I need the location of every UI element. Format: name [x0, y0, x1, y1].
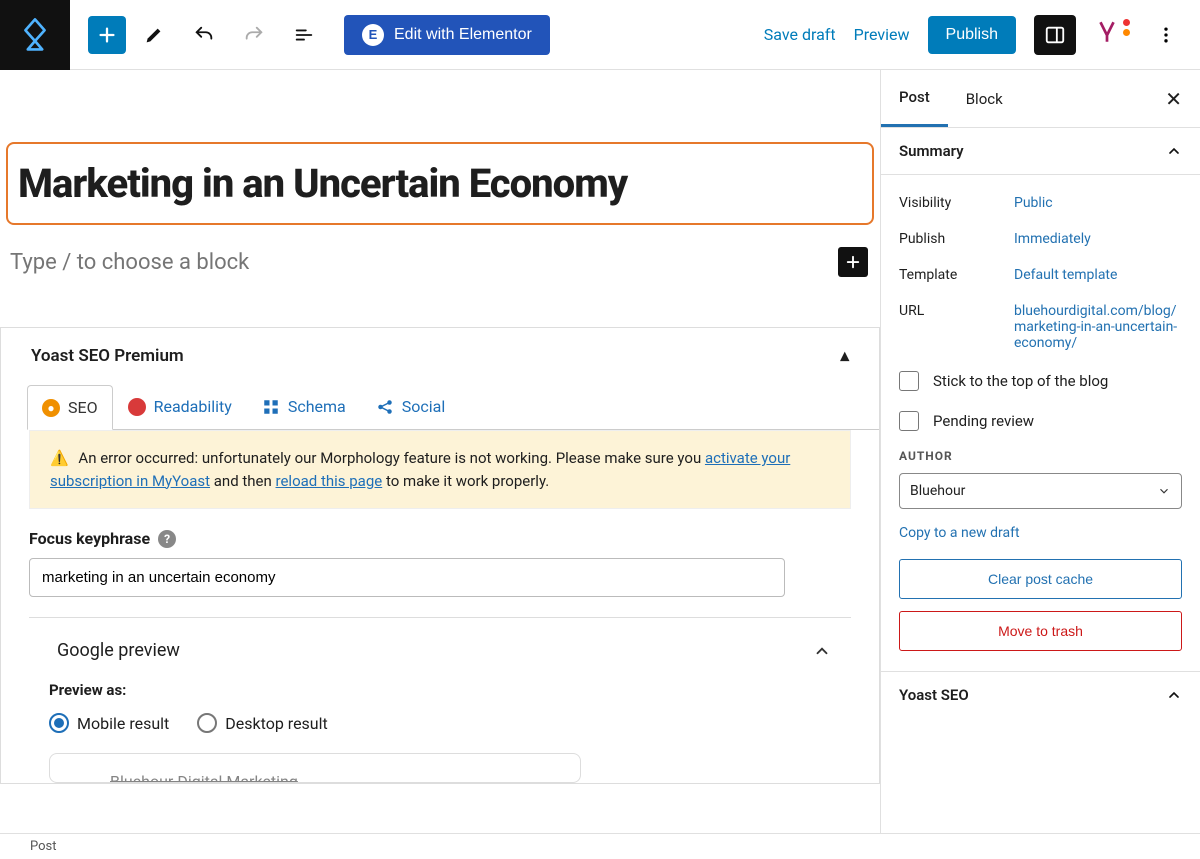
top-toolbar: E Edit with Elementor Save draft Preview… [0, 0, 1200, 70]
summary-label: Summary [899, 142, 964, 160]
chevron-up-icon [1166, 687, 1182, 703]
toolbar-left: E Edit with Elementor [70, 13, 550, 57]
preview-site-name: Bluehour Digital Marketing [110, 772, 298, 783]
publish-row[interactable]: PublishImmediately [899, 221, 1182, 257]
checkbox-icon [899, 411, 919, 431]
social-icon [376, 398, 394, 416]
tab-seo[interactable]: ● SEO [27, 385, 113, 430]
reload-page-link[interactable]: reload this page [276, 472, 383, 490]
visibility-row[interactable]: VisibilityPublic [899, 185, 1182, 221]
pending-review-checkbox[interactable]: Pending review [899, 401, 1182, 441]
clear-post-cache-button[interactable]: Clear post cache [899, 559, 1182, 599]
site-logo[interactable] [0, 0, 70, 70]
editor-column: Marketing in an Uncertain Economy Type /… [0, 70, 880, 833]
settings-panel-toggle[interactable] [1034, 15, 1076, 55]
sidebar-tab-post[interactable]: Post [881, 70, 948, 127]
template-row[interactable]: TemplateDefault template [899, 257, 1182, 293]
schema-icon [262, 398, 280, 416]
chevron-down-icon [1157, 484, 1171, 498]
desktop-result-radio[interactable]: Desktop result [197, 713, 327, 733]
google-preview-card: Bluehour Digital Marketing [49, 753, 581, 783]
author-value: Bluehour [910, 483, 965, 499]
google-preview-label: Google preview [57, 640, 180, 661]
yoast-icon[interactable] [1094, 19, 1126, 51]
google-preview-toggle[interactable]: Google preview [49, 636, 831, 681]
edit-icon[interactable] [132, 13, 176, 57]
edit-with-elementor-button[interactable]: E Edit with Elementor [344, 15, 550, 55]
summary-section-header[interactable]: Summary [881, 128, 1200, 175]
summary-section-body: VisibilityPublic PublishImmediately Temp… [881, 175, 1200, 672]
post-title-input[interactable]: Marketing in an Uncertain Economy [6, 142, 874, 225]
author-select[interactable]: Bluehour [899, 473, 1182, 509]
alert-text-mid: and then [210, 472, 275, 490]
tab-schema-label: Schema [288, 397, 346, 416]
yoast-panel-title: Yoast SEO Premium [31, 346, 184, 366]
sidebar-close-button[interactable]: ✕ [1147, 87, 1200, 111]
tab-seo-label: SEO [68, 398, 98, 417]
sidebar-tab-block[interactable]: Block [948, 72, 1021, 126]
preview-radio-group: Mobile result Desktop result [49, 713, 831, 733]
toolbar-right: Save draft Preview Publish [764, 13, 1188, 57]
yoast-panel-header[interactable]: Yoast SEO Premium ▴ [1, 328, 879, 384]
tab-readability-label: Readability [154, 397, 232, 416]
tab-readability[interactable]: Readability [113, 384, 247, 429]
edit-with-elementor-label: Edit with Elementor [394, 26, 532, 44]
help-icon[interactable]: ? [158, 530, 176, 548]
tab-social[interactable]: Social [361, 384, 460, 429]
focus-keyphrase-label: Focus keyphrase ? [29, 529, 851, 548]
yoast-seo-panel: Yoast SEO Premium ▴ ● SEO Readability Sc… [0, 327, 880, 784]
sidebar-tabs: Post Block ✕ [881, 70, 1200, 128]
stick-top-checkbox[interactable]: Stick to the top of the blog [899, 361, 1182, 401]
url-row[interactable]: URLbluehourdigital.com/blog/marketing-in… [899, 293, 1182, 361]
mobile-result-radio[interactable]: Mobile result [49, 713, 169, 733]
yoast-error-alert: ⚠️ An error occurred: unfortunately our … [29, 430, 851, 509]
readability-status-icon [128, 398, 146, 416]
breadcrumb[interactable]: Post [30, 839, 57, 854]
chevron-up-icon [813, 642, 831, 660]
more-options-button[interactable] [1144, 13, 1188, 57]
warning-icon: ⚠️ [50, 447, 69, 470]
focus-keyphrase-input[interactable] [29, 558, 785, 597]
alert-text-post: to make it work properly. [382, 472, 549, 490]
undo-button[interactable] [182, 13, 226, 57]
yoast-seo-sidebar-header[interactable]: Yoast SEO [881, 672, 1200, 718]
publish-button[interactable]: Publish [928, 16, 1016, 54]
workspace: Marketing in an Uncertain Economy Type /… [0, 70, 1200, 833]
seo-status-icon: ● [42, 399, 60, 417]
collapse-icon: ▴ [840, 346, 849, 366]
move-to-trash-button[interactable]: Move to trash [899, 611, 1182, 651]
save-draft-button[interactable]: Save draft [764, 25, 836, 44]
copy-new-draft-link[interactable]: Copy to a new draft [899, 509, 1182, 547]
checkbox-icon [899, 371, 919, 391]
breadcrumb-bar: Post [0, 833, 1200, 859]
redo-button[interactable] [232, 13, 276, 57]
author-label: AUTHOR [899, 449, 1182, 463]
settings-sidebar: Post Block ✕ Summary VisibilityPublic Pu… [880, 70, 1200, 833]
details-button[interactable] [282, 13, 326, 57]
yoast-tabs: ● SEO Readability Schema Social [27, 384, 879, 430]
yoast-sidebar-label: Yoast SEO [899, 686, 969, 704]
preview-button[interactable]: Preview [854, 25, 910, 44]
inline-add-block-button[interactable] [838, 247, 868, 277]
chevron-up-icon [1166, 143, 1182, 159]
alert-text-pre: An error occurred: unfortunately our Mor… [78, 449, 705, 467]
add-block-button[interactable] [88, 16, 126, 54]
tab-schema[interactable]: Schema [247, 384, 361, 429]
radio-icon [197, 713, 217, 733]
radio-icon [49, 713, 69, 733]
tab-social-label: Social [402, 397, 445, 416]
preview-as-label: Preview as: [49, 681, 831, 699]
block-placeholder[interactable]: Type / to choose a block [10, 250, 838, 275]
elementor-icon: E [362, 24, 384, 46]
